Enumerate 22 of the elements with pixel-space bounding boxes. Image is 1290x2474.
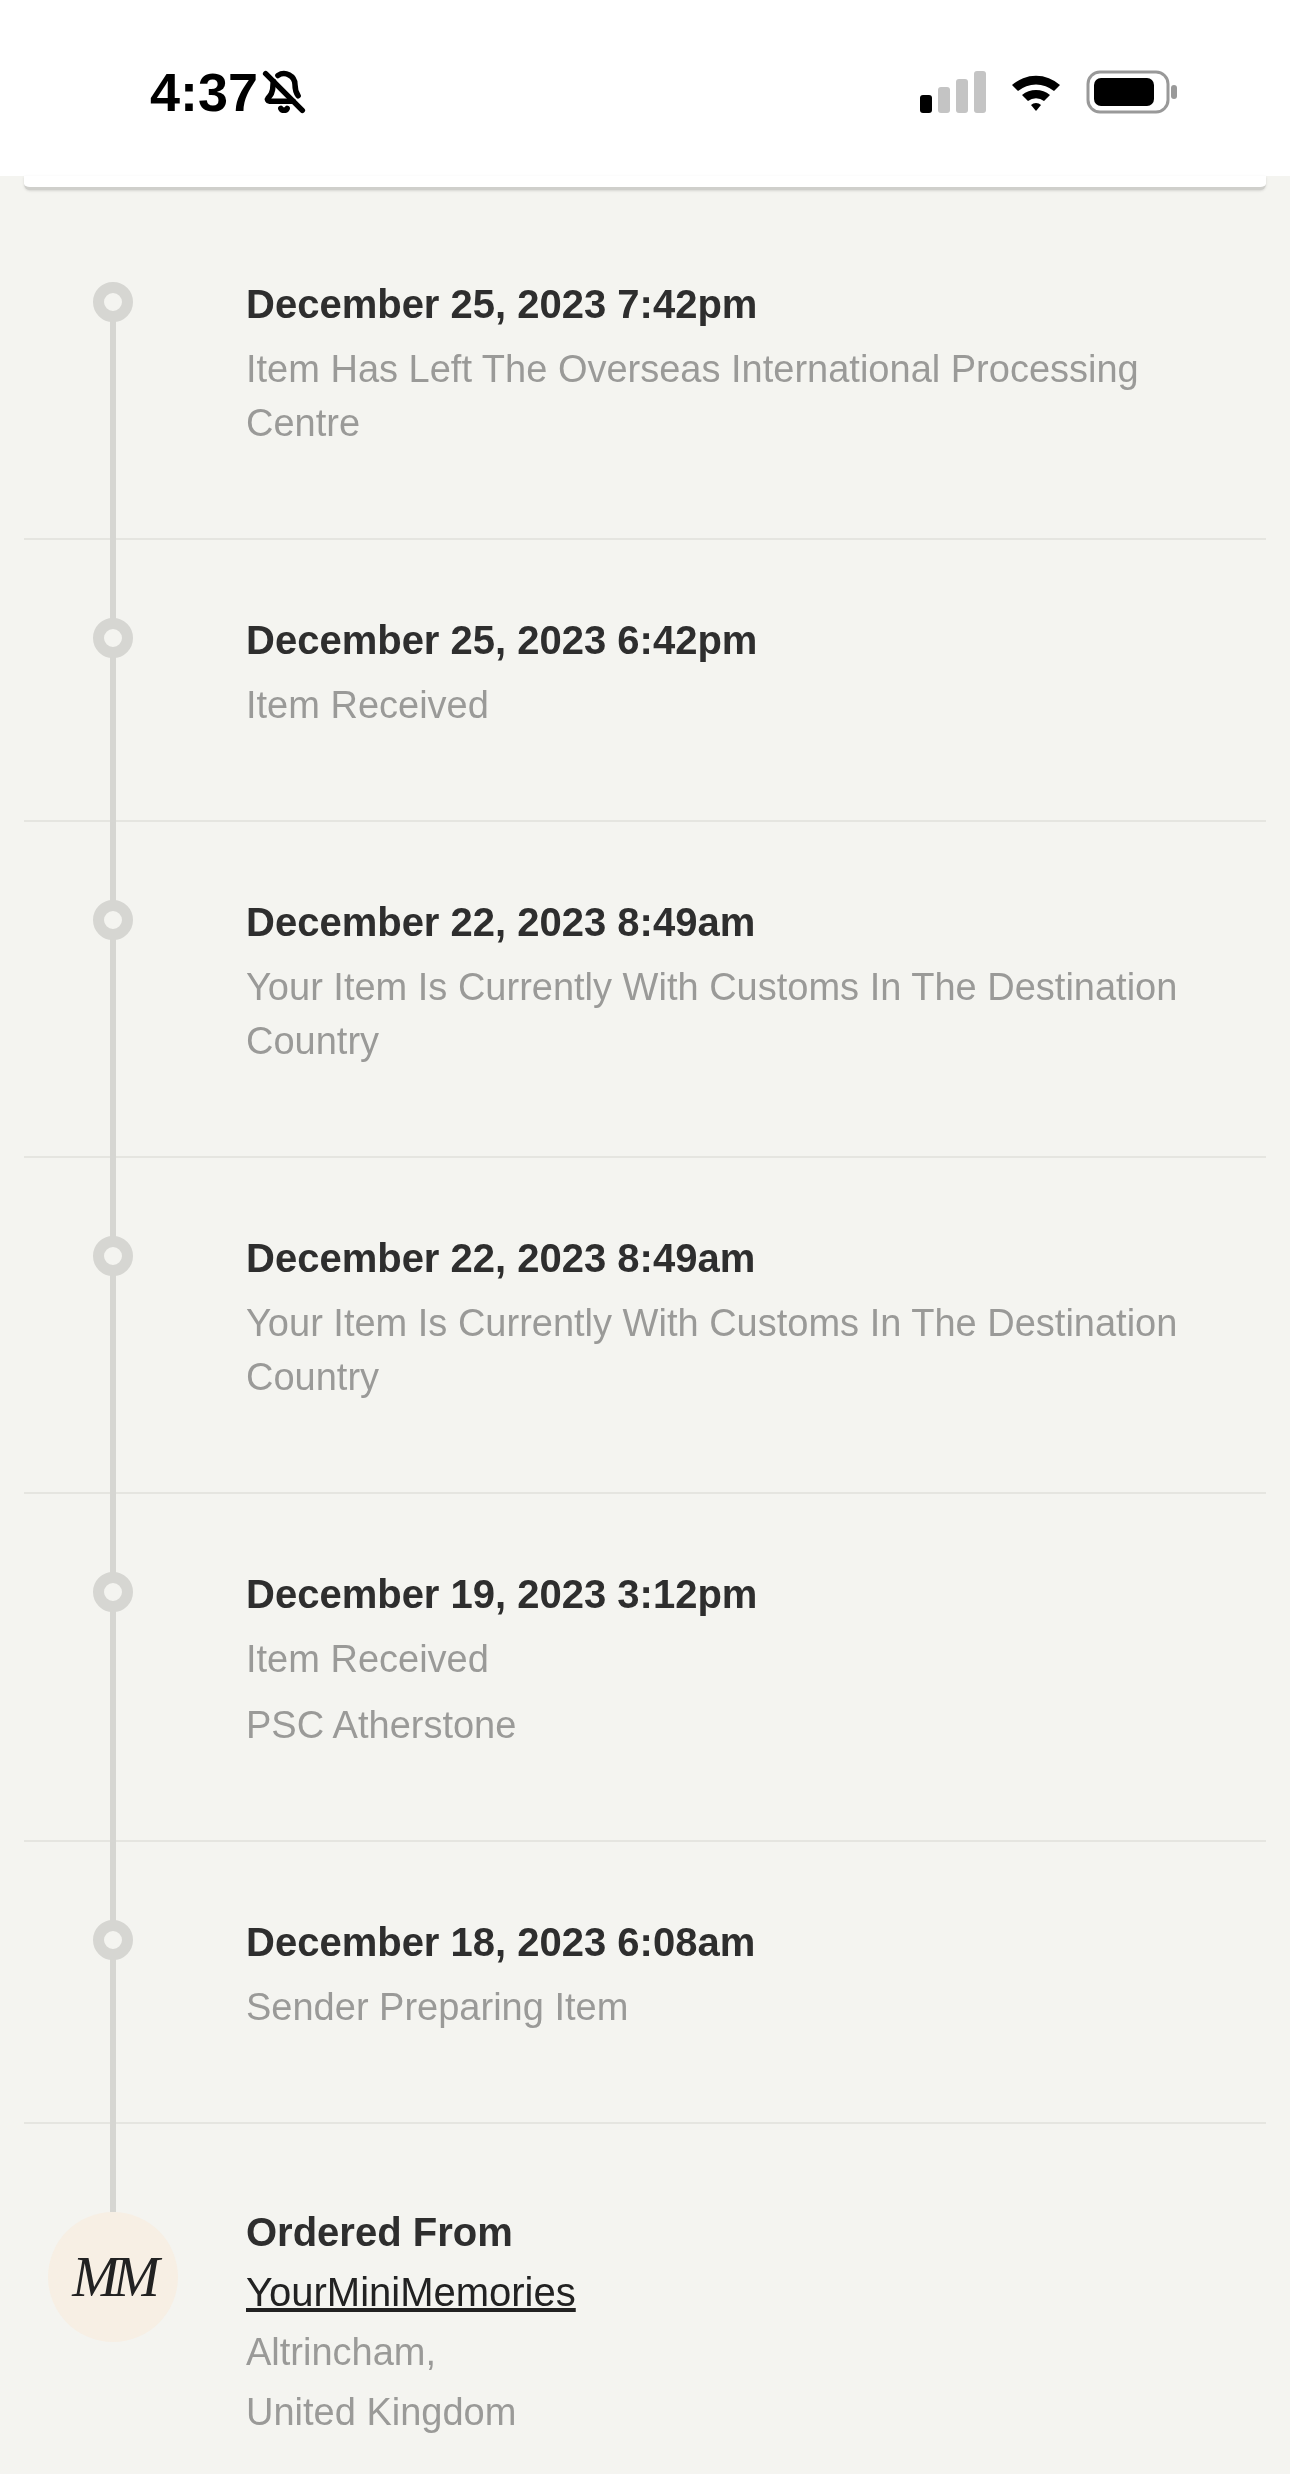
event-description: Item Received [246, 683, 490, 728]
event-date: December 25, 2023 6:42pm [246, 617, 758, 664]
event-description: Sender Preparing Item [246, 1985, 630, 2030]
event-description: Item Has Left The Overseas International Processing Centre [246, 347, 1140, 446]
event-description: PSC Atherstone [246, 1703, 518, 1748]
shop-link[interactable]: YourMiniMemories [246, 2262, 576, 2322]
status-time: 4:37 [150, 65, 259, 119]
origin-title: Ordered From [246, 2209, 514, 2256]
shop-location: Altrincham, [246, 2330, 438, 2375]
shop-logo: MM [48, 2212, 178, 2342]
bell-off-icon [262, 70, 307, 114]
event-description: Your Item Is Currently With Customs In The Destination Country [246, 965, 1179, 1064]
signal-icon [920, 71, 986, 113]
shop-location: United Kingdom [246, 2390, 518, 2435]
event-description: Item Received [246, 1637, 490, 1682]
event-date: December 22, 2023 8:49am [246, 1235, 757, 1282]
battery-icon [1086, 70, 1178, 114]
event-description: Your Item Is Currently With Customs In The Destination Country [246, 1301, 1179, 1400]
event-date: December 25, 2023 7:42pm [246, 281, 759, 328]
event-date: December 22, 2023 8:49am [246, 899, 757, 946]
event-date: December 18, 2023 6:08am [246, 1919, 756, 1966]
event-date: December 19, 2023 3:12pm [246, 1571, 758, 1618]
